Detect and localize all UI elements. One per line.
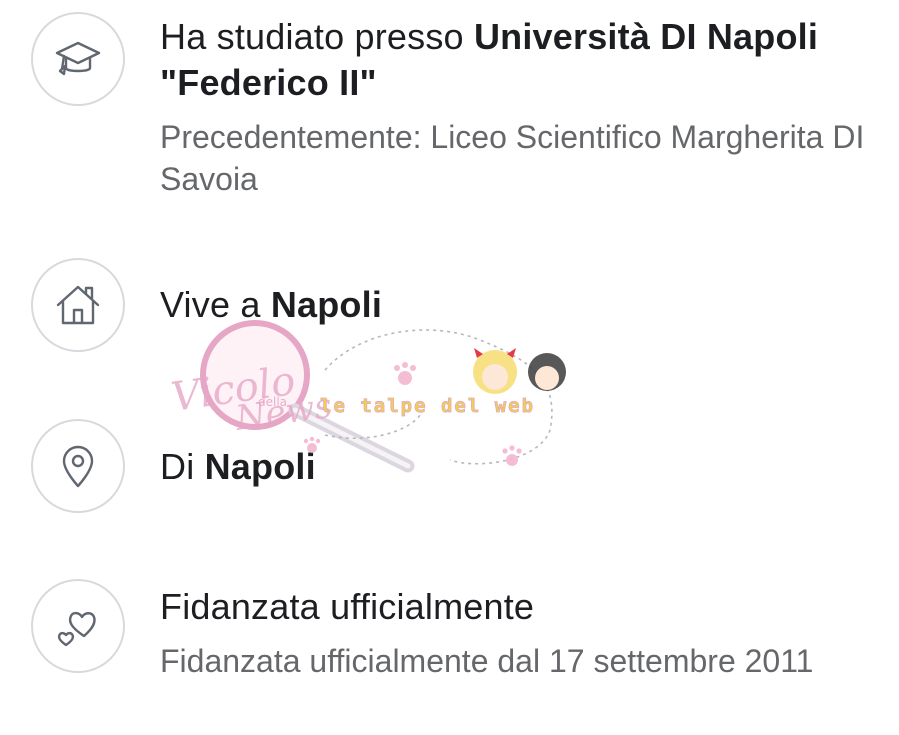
watermark-tagline: le talpe del web — [320, 395, 535, 417]
hearts-icon-circle — [31, 579, 125, 673]
location-pin-icon — [62, 445, 94, 488]
location-icon-circle — [31, 419, 125, 513]
from-primary-text: Di Napoli — [160, 446, 316, 487]
graduation-cap-icon — [55, 41, 101, 76]
education-primary-text: Ha studiato presso Università DI Napoli … — [160, 16, 819, 103]
watermark-logo-text: Vicolo — [169, 358, 299, 421]
lives-in-city-link[interactable]: Napoli — [271, 284, 382, 325]
home-icon — [56, 285, 100, 325]
home-icon-circle — [31, 258, 125, 352]
education-icon-circle — [31, 12, 125, 106]
from-city-link[interactable]: Napoli — [205, 446, 316, 487]
relationship-secondary-text: Fidanzata ufficialmente dal 17 settembre… — [160, 643, 814, 679]
svg-text:della: della — [258, 395, 287, 409]
relationship-primary-text: Fidanzata ufficialmente — [160, 586, 535, 627]
education-secondary-text: Precedentemente: Liceo Scientifico Margh… — [160, 119, 865, 197]
hearts-icon — [57, 611, 96, 647]
lives-in-primary-text: Vive a Napoli — [160, 284, 383, 325]
svg-text:News: News — [232, 386, 334, 439]
